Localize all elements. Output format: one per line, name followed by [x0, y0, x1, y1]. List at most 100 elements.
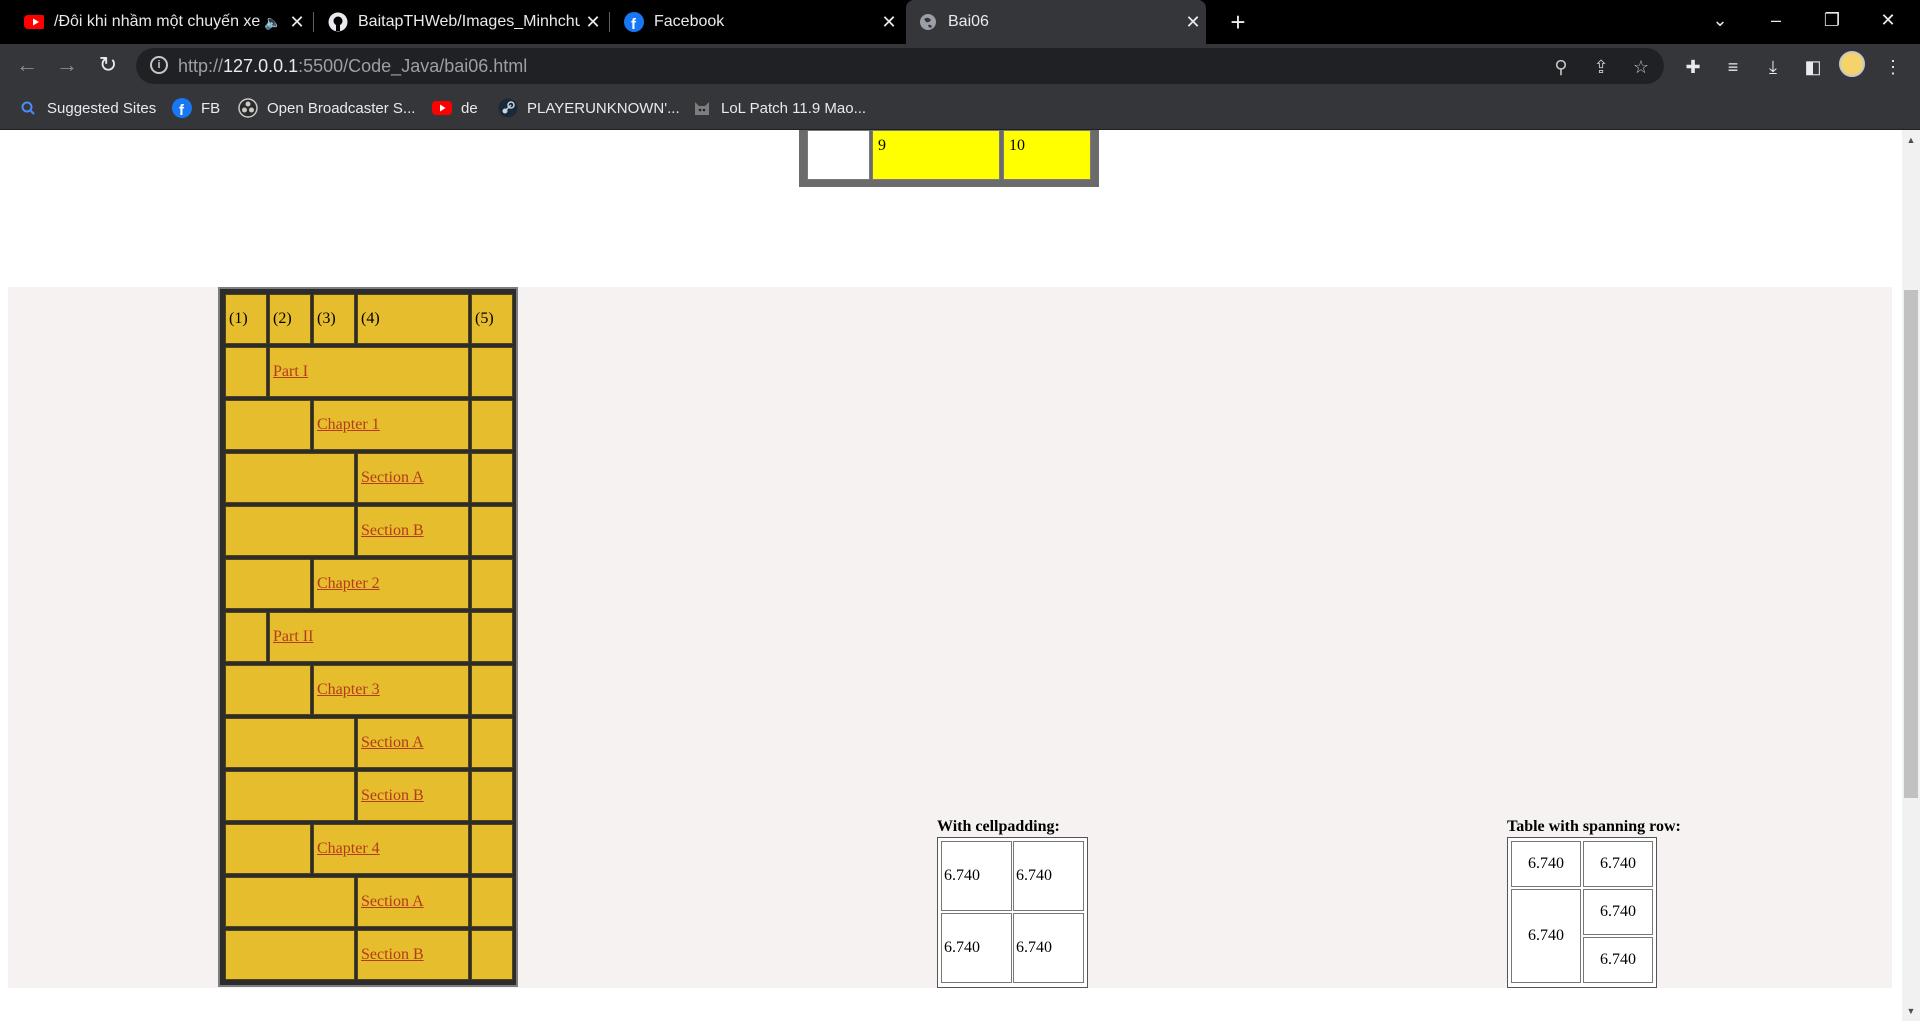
- toc-link[interactable]: Chapter 4: [317, 840, 380, 858]
- table-cell-rowspan: 6.740: [1511, 889, 1581, 983]
- toc-link[interactable]: Part I: [273, 363, 308, 381]
- tab-youtube[interactable]: /Đôi khi nhầm một chuyến xe 🔈 ✕: [12, 6, 310, 38]
- bookmarks-bar: Suggested Sites f FB Open Broadcaster S.…: [0, 87, 1920, 130]
- toc-link[interactable]: Section B: [361, 946, 424, 964]
- bookmark-suggested-sites[interactable]: Suggested Sites: [18, 96, 156, 120]
- tab-separator: [609, 12, 610, 32]
- spanning-table: 6.740 6.740 6.740 6.740 6.740: [1507, 837, 1657, 988]
- toc-end-cell: [471, 877, 513, 927]
- bookmark-label: Open Broadcaster S...: [267, 99, 416, 117]
- toc-link[interactable]: Section A: [361, 893, 424, 911]
- obs-icon: [238, 98, 258, 118]
- url-text[interactable]: http://127.0.0.1:5500/Code_Java/bai06.ht…: [178, 56, 527, 77]
- toc-link-cell: Section A: [357, 718, 469, 768]
- close-tab-icon[interactable]: ✕: [1180, 12, 1206, 33]
- bookmark-label: PLAYERUNKNOWN'...: [527, 99, 680, 117]
- reload-icon[interactable]: ↻: [93, 50, 123, 80]
- toc-link[interactable]: Chapter 3: [317, 681, 380, 699]
- toc-indent-cell: [225, 612, 267, 662]
- toc-link-cell: Chapter 3: [313, 665, 469, 715]
- menu-kebab-icon[interactable]: ⋮: [1880, 54, 1906, 80]
- toc-link-cell: Section A: [357, 453, 469, 503]
- restore-icon[interactable]: ❐: [1804, 0, 1860, 40]
- toc-link[interactable]: Section A: [361, 734, 424, 752]
- table-cell: 6.740: [1583, 889, 1653, 935]
- toc-link-cell: Chapter 2: [313, 559, 469, 609]
- table-cell: 6.740: [941, 913, 1012, 983]
- top-table: 9 10: [799, 130, 1099, 187]
- bookmark-lol-patch[interactable]: LoL Patch 11.9 Mao...: [692, 96, 866, 120]
- bookmark-pubg[interactable]: PLAYERUNKNOWN'...: [498, 96, 680, 120]
- bookmark-star-icon[interactable]: ☆: [1628, 54, 1654, 80]
- search-icon: [18, 98, 38, 118]
- toc-end-cell: [471, 453, 513, 503]
- toc-link[interactable]: Part II: [273, 628, 313, 646]
- table-cell-empty: [807, 130, 870, 180]
- toc-header-cell: (5): [471, 294, 513, 344]
- bookmark-label: FB: [201, 99, 221, 117]
- tab-facebook[interactable]: f Facebook ✕: [612, 6, 902, 38]
- youtube-icon: [432, 98, 452, 118]
- media-queue-icon[interactable]: ≡: [1720, 54, 1746, 80]
- table-cell: 6.740: [1511, 841, 1581, 887]
- scroll-down-icon[interactable]: ▼: [1904, 1004, 1918, 1018]
- toc-end-cell: [471, 771, 513, 821]
- bookmark-fb[interactable]: f FB: [172, 96, 220, 120]
- cat-icon: [692, 98, 712, 118]
- toc-end-cell: [471, 718, 513, 768]
- tab-separator: [313, 12, 314, 32]
- globe-icon: [918, 12, 938, 32]
- toc-link[interactable]: Chapter 2: [317, 575, 380, 593]
- toc-indent-cell: [225, 559, 311, 609]
- bookmark-de[interactable]: de: [432, 96, 478, 120]
- toc-link-cell: Section B: [357, 771, 469, 821]
- toc-link[interactable]: Section B: [361, 522, 424, 540]
- toc-link[interactable]: Section A: [361, 469, 424, 487]
- profile-avatar[interactable]: [1839, 51, 1865, 77]
- zoom-icon[interactable]: ⚲: [1548, 54, 1574, 80]
- new-tab-button[interactable]: +: [1222, 6, 1254, 38]
- address-bar[interactable]: i http://127.0.0.1:5500/Code_Java/bai06.…: [136, 48, 1664, 84]
- tab-title: Bai06: [948, 13, 989, 30]
- toc-indent-cell: [225, 506, 355, 556]
- site-info-icon[interactable]: i: [150, 56, 168, 74]
- tab-github[interactable]: BaitapTHWeb/Images_Minhchung ✕: [316, 6, 606, 38]
- toc-indent-cell: [225, 771, 355, 821]
- toc-link[interactable]: Section B: [361, 787, 424, 805]
- scrollbar-thumb[interactable]: [1904, 290, 1918, 798]
- toc-link-cell: Section B: [357, 506, 469, 556]
- youtube-icon: [24, 12, 44, 32]
- close-tab-icon[interactable]: ✕: [876, 12, 902, 33]
- toc-end-cell: [471, 930, 513, 980]
- toc-indent-cell: [225, 877, 355, 927]
- toc-header-cell: (4): [357, 294, 469, 344]
- cellpadding-caption: With cellpadding:: [937, 818, 1060, 835]
- side-panel-icon[interactable]: ◧: [1800, 54, 1826, 80]
- table-cell: 6.740: [1583, 841, 1653, 887]
- toc-end-cell: [471, 559, 513, 609]
- forward-icon[interactable]: →: [52, 50, 82, 80]
- tab-title: Facebook: [654, 13, 725, 30]
- tab-strip: /Đôi khi nhầm một chuyến xe 🔈 ✕ BaitapTH…: [0, 0, 1920, 44]
- table-cell: 6.740: [1013, 913, 1084, 983]
- tab-bai06-active[interactable]: Bai06 ✕: [906, 0, 1206, 44]
- minimize-icon[interactable]: –: [1748, 0, 1804, 40]
- cellpadding-table: 6.740 6.740 6.740 6.740: [937, 837, 1088, 988]
- back-icon[interactable]: ←: [12, 50, 42, 80]
- speaker-icon[interactable]: 🔈: [262, 14, 284, 31]
- table-cell: 6.740: [941, 841, 1012, 911]
- close-tab-icon[interactable]: ✕: [580, 12, 606, 33]
- close-window-icon[interactable]: ✕: [1860, 0, 1916, 40]
- table-cell-10: 10: [1003, 130, 1091, 180]
- toc-indent-cell: [225, 824, 311, 874]
- bookmark-obs[interactable]: Open Broadcaster S...: [238, 96, 415, 120]
- download-icon[interactable]: ⤓: [1760, 54, 1786, 80]
- tab-search-chevron-icon[interactable]: ⌄: [1692, 0, 1748, 40]
- toc-link[interactable]: Chapter 1: [317, 416, 380, 434]
- extensions-icon[interactable]: ✚: [1680, 54, 1706, 80]
- table-cell-9: 9: [872, 130, 1000, 180]
- scroll-up-icon[interactable]: ▲: [1904, 133, 1918, 147]
- toc-link-cell: Part I: [269, 347, 469, 397]
- share-icon[interactable]: ⇪: [1588, 54, 1614, 80]
- close-tab-icon[interactable]: ✕: [284, 12, 310, 33]
